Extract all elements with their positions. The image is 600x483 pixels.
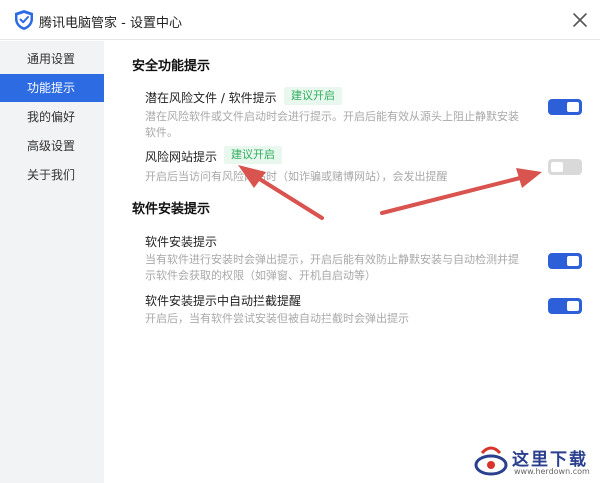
toggle-knob [567, 256, 579, 266]
sidebar: 通用设置 功能提示 我的偏好 高级设置 关于我们 [0, 41, 104, 483]
item-title-auto-block: 软件安装提示中自动拦截提醒 [145, 294, 302, 308]
toggle-auto-block[interactable] [548, 298, 582, 314]
sidebar-item-preferences[interactable]: 我的偏好 [0, 103, 104, 131]
watermark-url: www.herdown.com [514, 467, 590, 476]
sidebar-item-general[interactable]: 通用设置 [0, 45, 104, 73]
sidebar-item-about[interactable]: 关于我们 [0, 161, 104, 189]
desc-risk-website: 开启后当访问有风险网站时（如诈骗或赌博网站），会发出提醒 [145, 170, 448, 183]
title-bar: 腾讯电脑管家 - 设置中心 [0, 0, 600, 40]
item-title-risk-website: 风险网站提示 [145, 150, 218, 164]
desc-risk-file: 潜在风险软件或文件启动时会进行提示。开启后能有效从源头上阻止静默安装软件。 [145, 110, 519, 139]
item-title-install-prompt: 软件安装提示 [145, 235, 218, 249]
sidebar-item-label: 关于我们 [27, 168, 76, 182]
section-title-install: 软件安装提示 [132, 202, 211, 217]
sidebar-item-label: 通用设置 [27, 52, 76, 66]
desc-install-prompt: 当有软件进行安装时会弹出提示，开启后能有效防止静默安装与自动检测并提示软件会获取… [145, 253, 519, 282]
sidebar-item-feature-tips[interactable]: 功能提示 [0, 74, 104, 102]
toggle-knob [567, 102, 579, 112]
sidebar-item-label: 功能提示 [27, 81, 76, 95]
item-title-risk-file: 潜在风险文件 / 软件提示 [145, 91, 277, 105]
toggle-knob [551, 162, 563, 172]
toggle-knob [567, 301, 579, 311]
toggle-risk-website[interactable] [548, 159, 582, 175]
toggle-risk-file[interactable] [548, 99, 582, 115]
settings-content: 安全功能提示 潜在风险文件 / 软件提示 建议开启 潜在风险软件或文件启动时会进… [104, 41, 600, 483]
recommend-badge: 建议开启 [284, 87, 342, 105]
watermark-logo: 这里下载 www.herdown.com [474, 443, 596, 481]
watermark-emblem-icon [474, 446, 508, 476]
shield-icon [15, 10, 33, 30]
desc-auto-block: 开启后，当有软件尝试安装但被自动拦截时会弹出提示 [145, 312, 409, 325]
toggle-install-prompt[interactable] [548, 253, 582, 269]
section-title-security: 安全功能提示 [132, 59, 211, 74]
recommend-badge: 建议开启 [224, 146, 282, 164]
sidebar-item-label: 高级设置 [27, 139, 76, 153]
window-title: 腾讯电脑管家 - 设置中心 [39, 16, 182, 31]
close-icon[interactable] [570, 10, 590, 30]
sidebar-item-label: 我的偏好 [27, 110, 76, 124]
sidebar-item-advanced[interactable]: 高级设置 [0, 132, 104, 160]
